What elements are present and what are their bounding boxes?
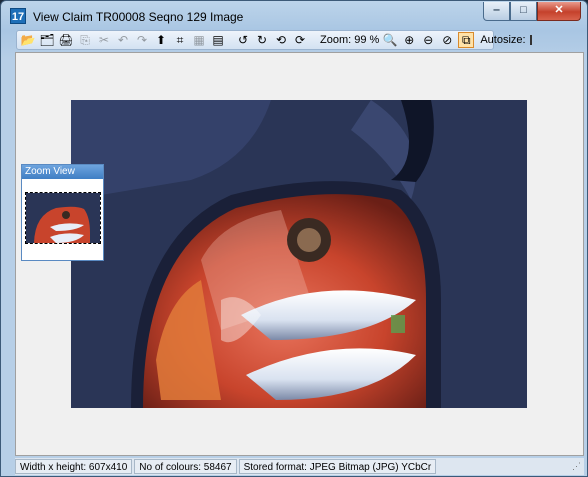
status-format: Stored format: JPEG Bitmap (JPG) YCbCr <box>238 459 437 474</box>
rotate-180-icon[interactable]: ⟲ <box>273 32 289 48</box>
status-colours: No of colours: 58467 <box>134 459 237 474</box>
undo-icon[interactable]: ↶ <box>115 32 131 48</box>
window-title: View Claim TR00008 Seqno 129 Image <box>33 10 244 24</box>
maximize-button[interactable]: □ <box>510 2 537 21</box>
image-export-icon[interactable]: ⬆ <box>153 32 169 48</box>
redo-icon[interactable]: ↷ <box>134 32 150 48</box>
zoom-view-panel[interactable]: Zoom View <box>21 164 104 261</box>
open-folder-icon[interactable]: 📂 <box>20 32 36 48</box>
title-bar[interactable]: 17 View Claim TR00008 Seqno 129 Image ‒ … <box>1 1 587 31</box>
cut-icon[interactable]: ✂ <box>96 32 112 48</box>
rotate-right-icon[interactable]: ↻ <box>254 32 270 48</box>
autosize-label: Autosize: <box>480 34 526 46</box>
copy-icon[interactable]: ⎘ <box>77 32 93 48</box>
taillight-photo <box>71 100 527 408</box>
zoom-out-icon[interactable]: ⊖ <box>420 32 436 48</box>
crop-icon[interactable]: ⌗ <box>172 32 188 48</box>
save-icon[interactable]: 🗂 <box>39 32 55 48</box>
status-dimensions: Width x height: 607x410 <box>15 459 133 474</box>
page-icon[interactable]: ▤ <box>210 32 226 48</box>
grid-icon[interactable]: ▦ <box>191 32 207 48</box>
zoom-level-label: Zoom: 99 % <box>320 34 380 46</box>
claim-photo <box>71 100 527 408</box>
print-icon[interactable]: 🖨 <box>58 32 74 48</box>
zoom-window-icon[interactable]: ⧉ <box>458 32 475 48</box>
zoom-view-thumbnail[interactable] <box>25 192 101 244</box>
zoom-view-title: Zoom View <box>22 165 103 179</box>
zoom-fit-icon[interactable]: ⊘ <box>439 32 455 48</box>
zoom-view-thumbnail-image <box>26 193 100 243</box>
close-button[interactable]: ✕ <box>537 2 581 21</box>
minimize-button[interactable]: ‒ <box>483 2 510 21</box>
zoom-in-icon[interactable]: ⊕ <box>401 32 417 48</box>
resize-grip-icon[interactable]: ⋰ <box>572 461 581 472</box>
toolbar: 📂 🗂 🖨 ⎘ ✂ ↶ ↷ ⬆ ⌗ ▦ ▤ ↺ ↻ ⟲ ⟳ Zoom: 99 % 🔍 ⊕ ⊖ ⊘ ⧉ Autosi… <box>16 30 532 50</box>
flip-icon[interactable]: ⟳ <box>292 32 308 48</box>
autosize-checkbox[interactable] <box>529 35 532 45</box>
rotate-left-icon[interactable]: ↺ <box>235 32 251 48</box>
zoom-100-icon[interactable]: 🔍 <box>382 32 398 48</box>
status-bar: Width x height: 607x410 No of colours: 5… <box>15 458 584 475</box>
app-icon: 17 <box>10 8 26 24</box>
